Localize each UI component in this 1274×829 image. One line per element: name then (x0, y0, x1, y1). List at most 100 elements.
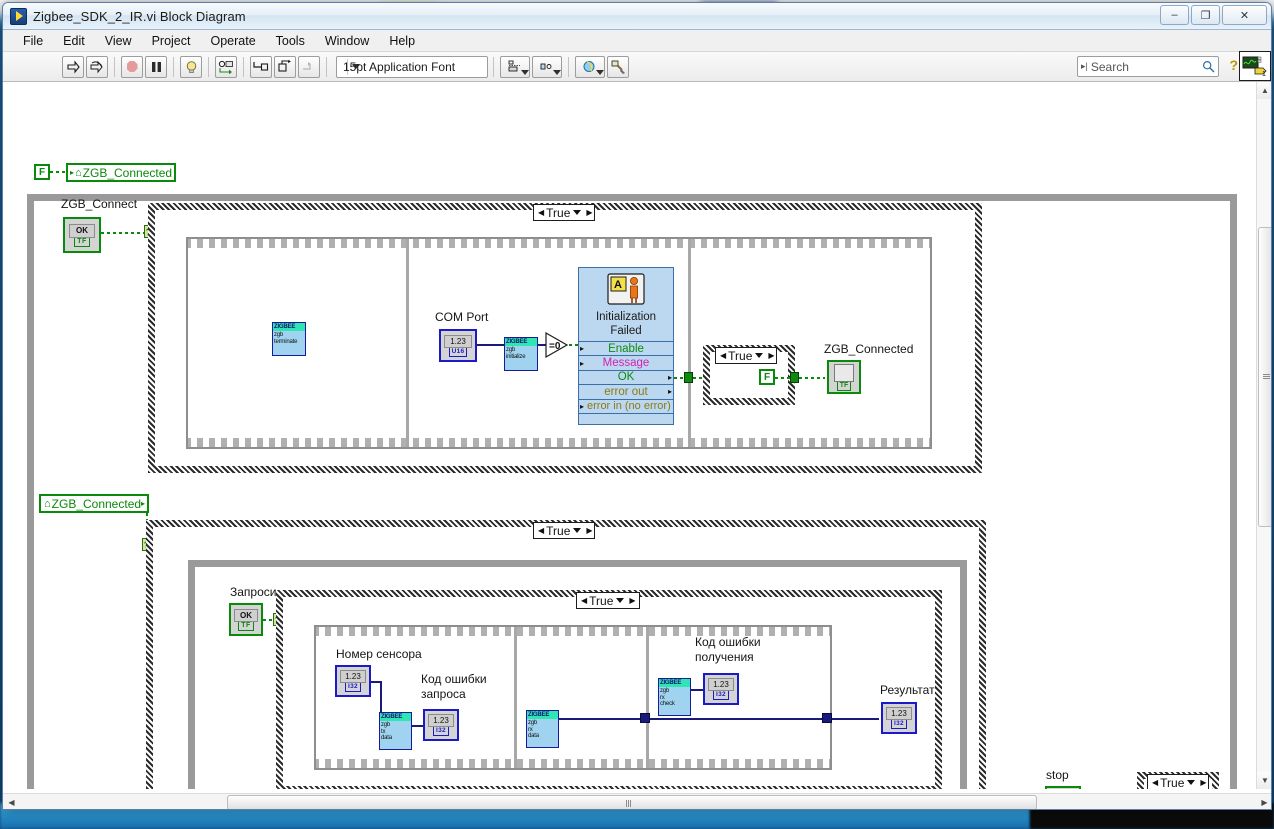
run-continuously-button[interactable] (86, 55, 108, 78)
abort-execution-button[interactable] (121, 55, 143, 78)
stop-boolean-control[interactable]: OK TF (1045, 786, 1081, 789)
case-selector-2-value: True (728, 348, 753, 363)
horizontal-scrollbar[interactable]: ◀ ▶ (3, 793, 1271, 809)
zgb-connected-indicator-label: ZGB_Connected (824, 342, 914, 356)
com-port-representation: U16 (448, 347, 468, 357)
highlight-execution-button[interactable] (180, 55, 202, 78)
dialog-row-error-out-label: error out (604, 385, 648, 398)
scroll-up-arrow-icon[interactable]: ▲ (1256, 82, 1271, 99)
case-next-arrow-icon: ▶ (586, 208, 593, 217)
result-indicator[interactable]: 1.23 I32 (881, 702, 917, 734)
vi-icon-pane[interactable]: 1 (1239, 51, 1271, 81)
labview-block-diagram-window: Zigbee_SDK_2_IR.vi Block Diagram – ❐ ✕ F… (2, 2, 1272, 810)
run-button[interactable] (62, 55, 84, 78)
dialog-row-enable[interactable]: ▸ Enable (579, 340, 673, 356)
request-error-indicator[interactable]: 1.23 I32 (423, 709, 459, 741)
menu-operate[interactable]: Operate (200, 32, 265, 50)
distribute-objects-button[interactable] (532, 55, 562, 78)
zgb-connect-boolean-control[interactable]: OK TF (63, 217, 101, 253)
case-selector-2[interactable]: ◀ True ▶ (715, 347, 777, 364)
com-port-value: 1.23 (444, 334, 472, 348)
wire-rx-to-frame3 (559, 718, 649, 720)
dialog-title-line2: Failed (610, 324, 642, 337)
zgb-connected-boolean-indicator[interactable]: TF (827, 360, 861, 394)
minimize-button[interactable]: – (1160, 5, 1189, 25)
case-selector-3[interactable]: ◀ True ▶ (533, 522, 595, 539)
receive-error-indicator[interactable]: 1.23 I32 (703, 673, 739, 705)
menu-bar: File Edit View Project Operate Tools Win… (3, 30, 1271, 52)
case-selector-1[interactable]: ◀ True ▶ (533, 204, 595, 221)
search-input[interactable]: ▸| Search (1077, 56, 1219, 77)
hscroll-thumb[interactable] (227, 795, 1037, 809)
reorder-button[interactable] (575, 55, 605, 78)
case-selector-bottom[interactable]: ◀ True ▶ (1147, 774, 1209, 789)
zgb-terminate-line2: terminate (274, 338, 298, 345)
dialog-row-ok[interactable]: OK ▸ (579, 369, 673, 384)
step-into-button[interactable] (250, 55, 272, 78)
menu-file[interactable]: File (13, 32, 53, 50)
block-diagram-canvas[interactable]: F ▸ ⌂ ZGB_Connected i ZGB_Connect OK TF … (3, 82, 1251, 789)
request-error-label-line1: Код ошибки (421, 672, 487, 686)
result-value: 1.23 (886, 707, 912, 720)
request-error-label: Код ошибки запроса (421, 672, 487, 702)
wire-zgb-connect-to-case (101, 232, 147, 234)
receive-error-label-line1: Код ошибки (695, 635, 761, 649)
case-prev-arrow-icon: ◀ (538, 208, 545, 217)
scroll-left-arrow-icon[interactable]: ◀ (3, 794, 20, 809)
vscroll-track[interactable] (1256, 99, 1271, 772)
zgb-rx-check-vi[interactable]: ZIGBEE zgb rx check (658, 678, 691, 716)
case-selector-4[interactable]: ◀ True ▶ (576, 592, 640, 609)
zgb-initialize-vi[interactable]: ZIGBEE zgb initialize (504, 337, 538, 371)
window-controls: – ❐ ✕ (1160, 5, 1267, 25)
zgb-terminate-vi-1[interactable]: ZIGBEE zgb terminate (272, 322, 306, 356)
vscroll-thumb[interactable] (1257, 227, 1271, 527)
dialog-row-error-out[interactable]: error out ▸ (579, 384, 673, 398)
step-over-button[interactable] (274, 55, 296, 78)
chevron-down-icon (573, 210, 582, 215)
false-constant-case2[interactable]: F (759, 369, 775, 385)
dialog-row-message-label: Message (602, 357, 650, 370)
menu-edit[interactable]: Edit (53, 32, 95, 50)
zgb-connected-rep: TF (836, 381, 852, 391)
search-icon (1202, 60, 1215, 73)
clean-up-diagram-button[interactable] (607, 55, 629, 78)
close-button[interactable]: ✕ (1222, 5, 1267, 25)
case-prev-arrow-icon: ◀ (581, 596, 588, 605)
false-constant-top[interactable]: F (34, 164, 50, 180)
zgb-tx-data-vi[interactable]: ZIGBEE zgb tx data (379, 712, 412, 750)
case-next-arrow-icon: ▶ (768, 351, 775, 360)
com-port-numeric-control[interactable]: 1.23 U16 (439, 329, 477, 362)
wire-tunnel-to-result (832, 718, 879, 720)
initialization-failed-dialog-express-vi[interactable]: A Initialization Failed ▸ Enable ▸ Messa… (578, 267, 674, 425)
menu-tools[interactable]: Tools (266, 32, 315, 50)
sensor-number-control[interactable]: 1.23 I32 (335, 665, 371, 697)
zigbee-vi-header: ZIGBEE (505, 338, 537, 346)
align-objects-button[interactable] (500, 55, 530, 78)
menu-help[interactable]: Help (379, 32, 425, 50)
zgb-rx-data-vi[interactable]: ZIGBEE zgb rx data (526, 710, 559, 748)
font-selector[interactable]: 15pt Application Font (336, 55, 488, 78)
result-label: Результат (880, 683, 935, 697)
retain-wire-values-button[interactable] (215, 55, 237, 78)
menu-window[interactable]: Window (315, 32, 379, 50)
hscroll-track[interactable] (20, 794, 1256, 809)
dialog-row-message[interactable]: ▸ Message (579, 355, 673, 369)
pause-button[interactable] (145, 55, 167, 78)
menu-project[interactable]: Project (142, 32, 201, 50)
wire-tunnel2-to-indicator (799, 377, 825, 379)
local-variable-zgb-connected-read[interactable]: ⌂ ZGB_Connected ▸ (39, 494, 150, 513)
menu-view[interactable]: View (95, 32, 142, 50)
scroll-down-arrow-icon[interactable]: ▼ (1256, 772, 1271, 789)
request-error-value: 1.23 (428, 714, 454, 727)
help-icon[interactable]: ? (1229, 57, 1238, 73)
wire-seq-to-tunnel-b (650, 718, 824, 720)
local-variable-zgb-connected-write[interactable]: ▸ ⌂ ZGB_Connected (66, 163, 177, 182)
step-out-button[interactable] (298, 55, 320, 78)
request-boolean-control[interactable]: OK TF (229, 603, 263, 636)
vertical-scrollbar[interactable]: ▲ ▼ (1256, 82, 1271, 789)
dialog-row-error-in[interactable]: ▸ error in (no error) (579, 398, 673, 413)
dialog-title-line1: Initialization (595, 310, 657, 323)
scroll-right-arrow-icon[interactable]: ▶ (1256, 794, 1271, 809)
maximize-button[interactable]: ❐ (1191, 5, 1220, 25)
search-placeholder: Search (1090, 59, 1129, 74)
